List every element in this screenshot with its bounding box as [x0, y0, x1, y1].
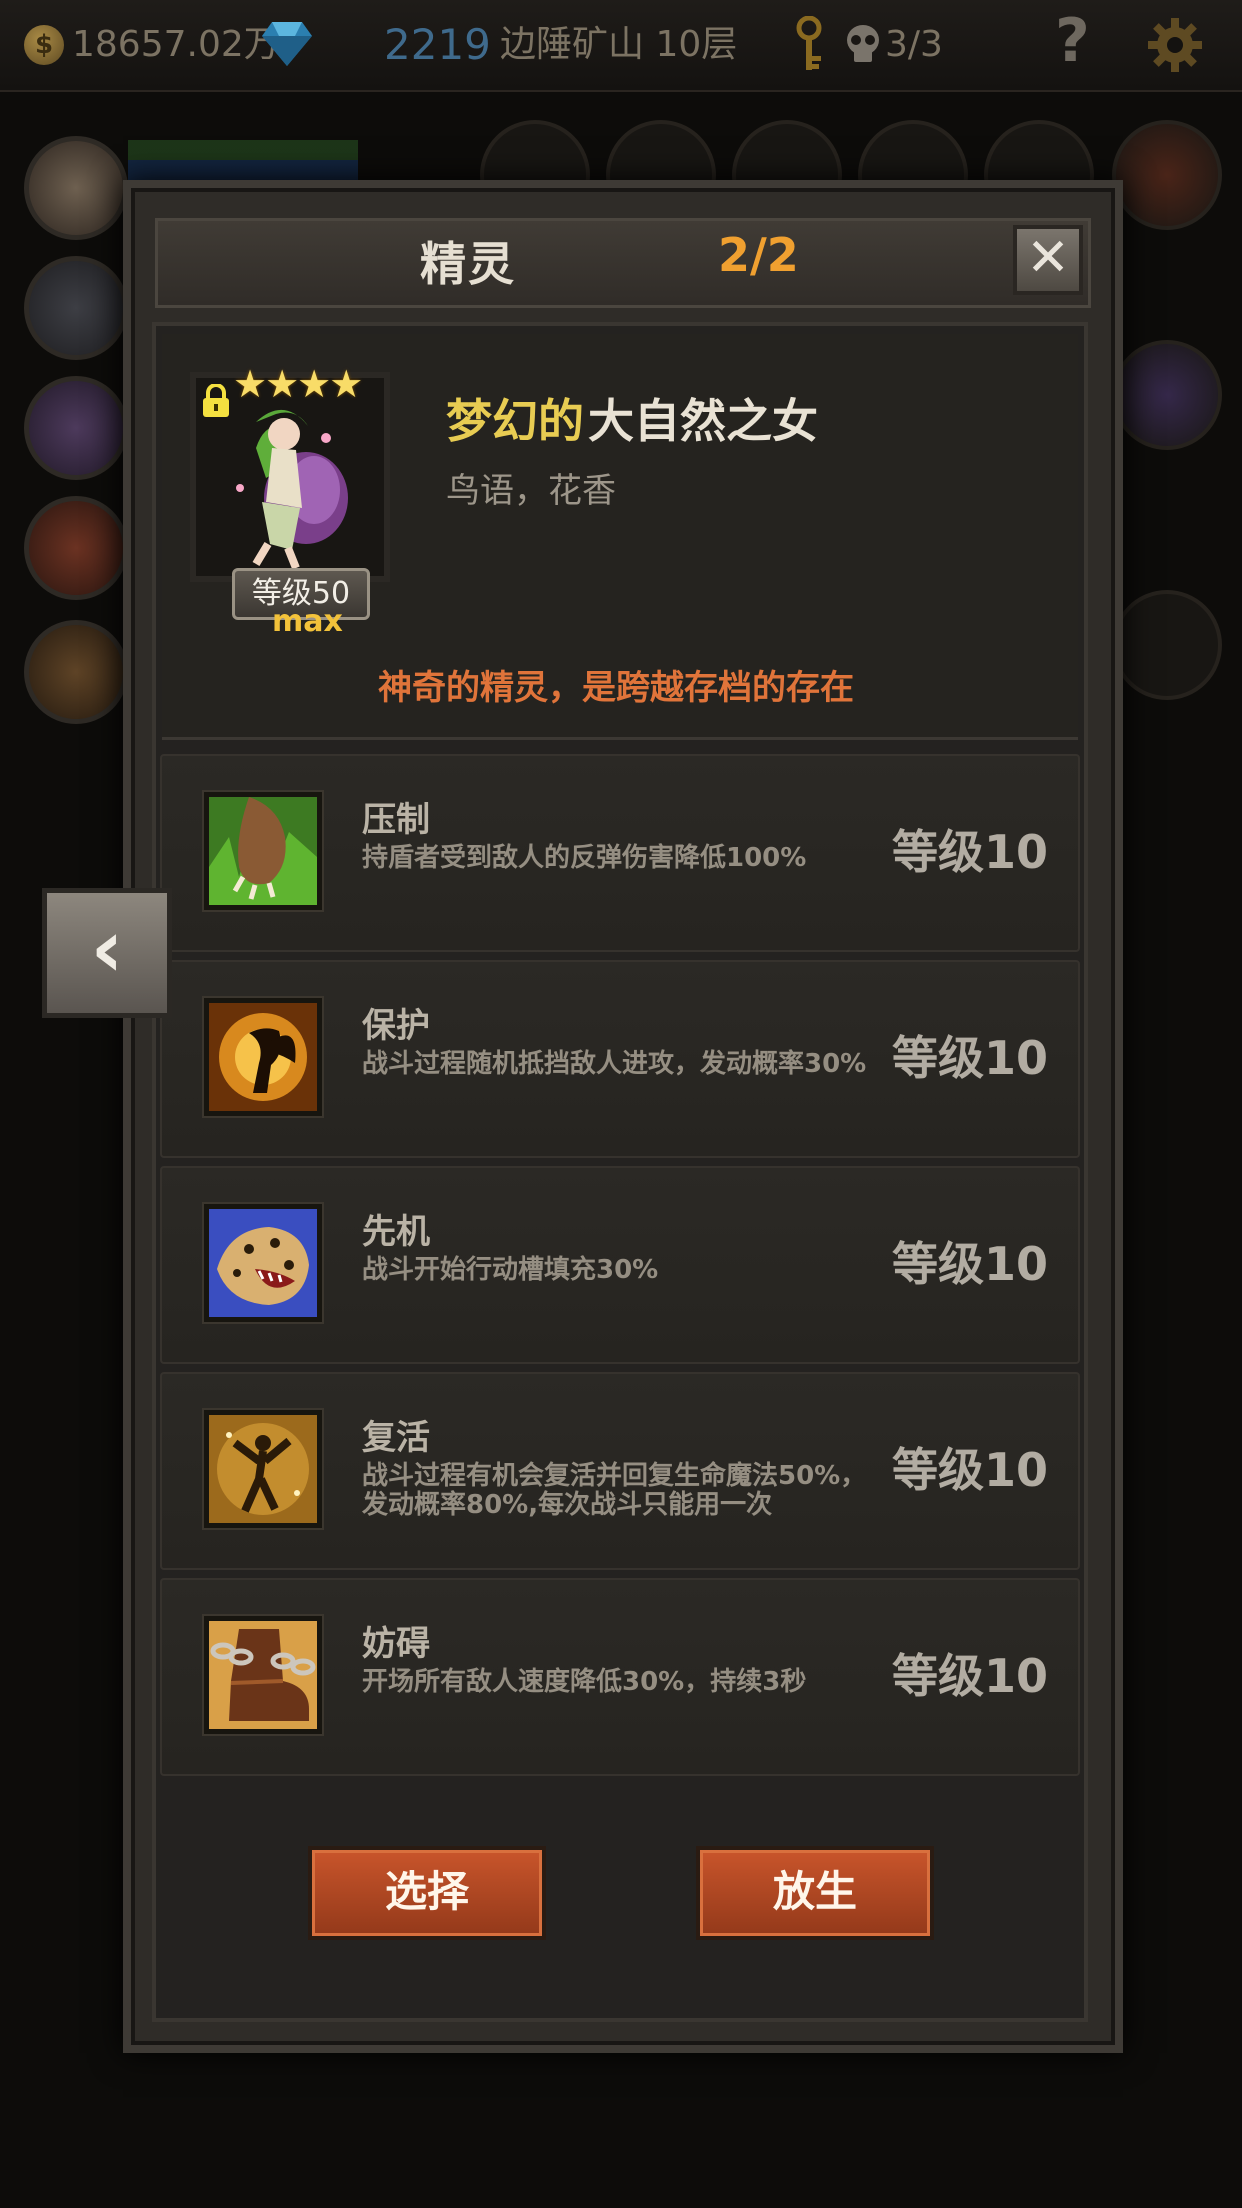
background-spirit-slot[interactable] [1112, 340, 1222, 450]
skill-level: 等级10 [892, 825, 1049, 879]
revive-icon [204, 1410, 322, 1528]
skill-name: 妨碍 [362, 1624, 430, 1664]
skull-count: 3/3 [885, 24, 943, 65]
skill-level: 等级10 [892, 1031, 1049, 1085]
hero-portrait[interactable] [24, 256, 128, 360]
dialog-titlebar [155, 218, 1091, 308]
skill-row[interactable]: 复活 战斗过程有机会复活并回复生命魔法50%，发动概率80%,每次战斗只能用一次… [160, 1372, 1080, 1570]
spirit-name: 大自然之女 [588, 394, 818, 448]
background-hp-bar [128, 140, 358, 180]
release-button[interactable]: 放生 [696, 1846, 934, 1940]
skill-level: 等级10 [892, 1237, 1049, 1291]
dialog-title: 精灵 [420, 237, 516, 291]
skill-description: 战斗过程有机会复活并回复生命魔法50%，发动概率80%,每次战斗只能用一次 [362, 1461, 867, 1520]
skill-row[interactable]: 保护 战斗过程随机抵挡敌人进攻，发动概率30% 等级10 [160, 960, 1080, 1158]
previous-spirit-button[interactable]: ‹ [42, 888, 172, 1018]
skull-icon [847, 25, 879, 62]
hero-portrait[interactable] [24, 136, 128, 240]
skill-level: 等级10 [892, 1443, 1049, 1497]
skill-name: 保护 [362, 1006, 430, 1046]
background-spirit-slot[interactable] [1112, 590, 1222, 700]
gem-icon [262, 22, 312, 66]
lock-icon[interactable] [201, 384, 231, 418]
spirit-description: 神奇的精灵，是跨越存档的存在 [378, 668, 854, 708]
skill-description: 持盾者受到敌人的反弹伤害降低100% [362, 843, 807, 873]
paw-icon [204, 792, 322, 910]
close-button[interactable]: ✕ [1013, 225, 1083, 295]
skill-row[interactable]: 妨碍 开场所有敌人速度降低30%，持续3秒 等级10 [160, 1578, 1080, 1776]
leopard-icon [204, 1204, 322, 1322]
key-icon [796, 16, 822, 70]
spirit-subtitle: 鸟语，花香 [446, 471, 616, 511]
gold-coin-icon: $ [24, 25, 64, 65]
skill-level: 等级10 [892, 1649, 1049, 1703]
skill-description: 战斗过程随机抵挡敌人进攻，发动概率30% [362, 1049, 867, 1079]
location-label: 边陲矿山 10层 [500, 24, 738, 65]
skill-row[interactable]: 压制 持盾者受到敌人的反弹伤害降低100% 等级10 [160, 754, 1080, 952]
max-level-label: max [272, 604, 343, 639]
skill-description: 战斗开始行动槽填充30% [362, 1255, 659, 1285]
skill-name: 复活 [362, 1418, 430, 1458]
select-button[interactable]: 选择 [308, 1846, 546, 1940]
skill-name: 压制 [362, 800, 430, 840]
gear-icon[interactable] [1148, 18, 1202, 72]
skill-description: 开场所有敌人速度降低30%，持续3秒 [362, 1667, 807, 1697]
skill-name: 先机 [362, 1212, 430, 1252]
spirit-name-prefix: 梦幻的 [446, 394, 584, 448]
fairy-shield-icon [204, 998, 322, 1116]
hero-portrait[interactable] [24, 376, 128, 480]
gem-amount: 2219 [384, 20, 491, 69]
star-rating: ★★★★ [233, 362, 363, 406]
help-button[interactable]: ? [1055, 6, 1090, 76]
spirit-page-count: 2/2 [718, 228, 799, 282]
gold-amount: 18657.02万 [72, 24, 280, 65]
skill-row[interactable]: 先机 战斗开始行动槽填充30% 等级10 [160, 1166, 1080, 1364]
hero-portrait[interactable] [24, 496, 128, 600]
chained-boot-icon [204, 1616, 322, 1734]
equipment-slot[interactable] [1112, 120, 1222, 230]
hero-portrait[interactable] [24, 620, 128, 724]
